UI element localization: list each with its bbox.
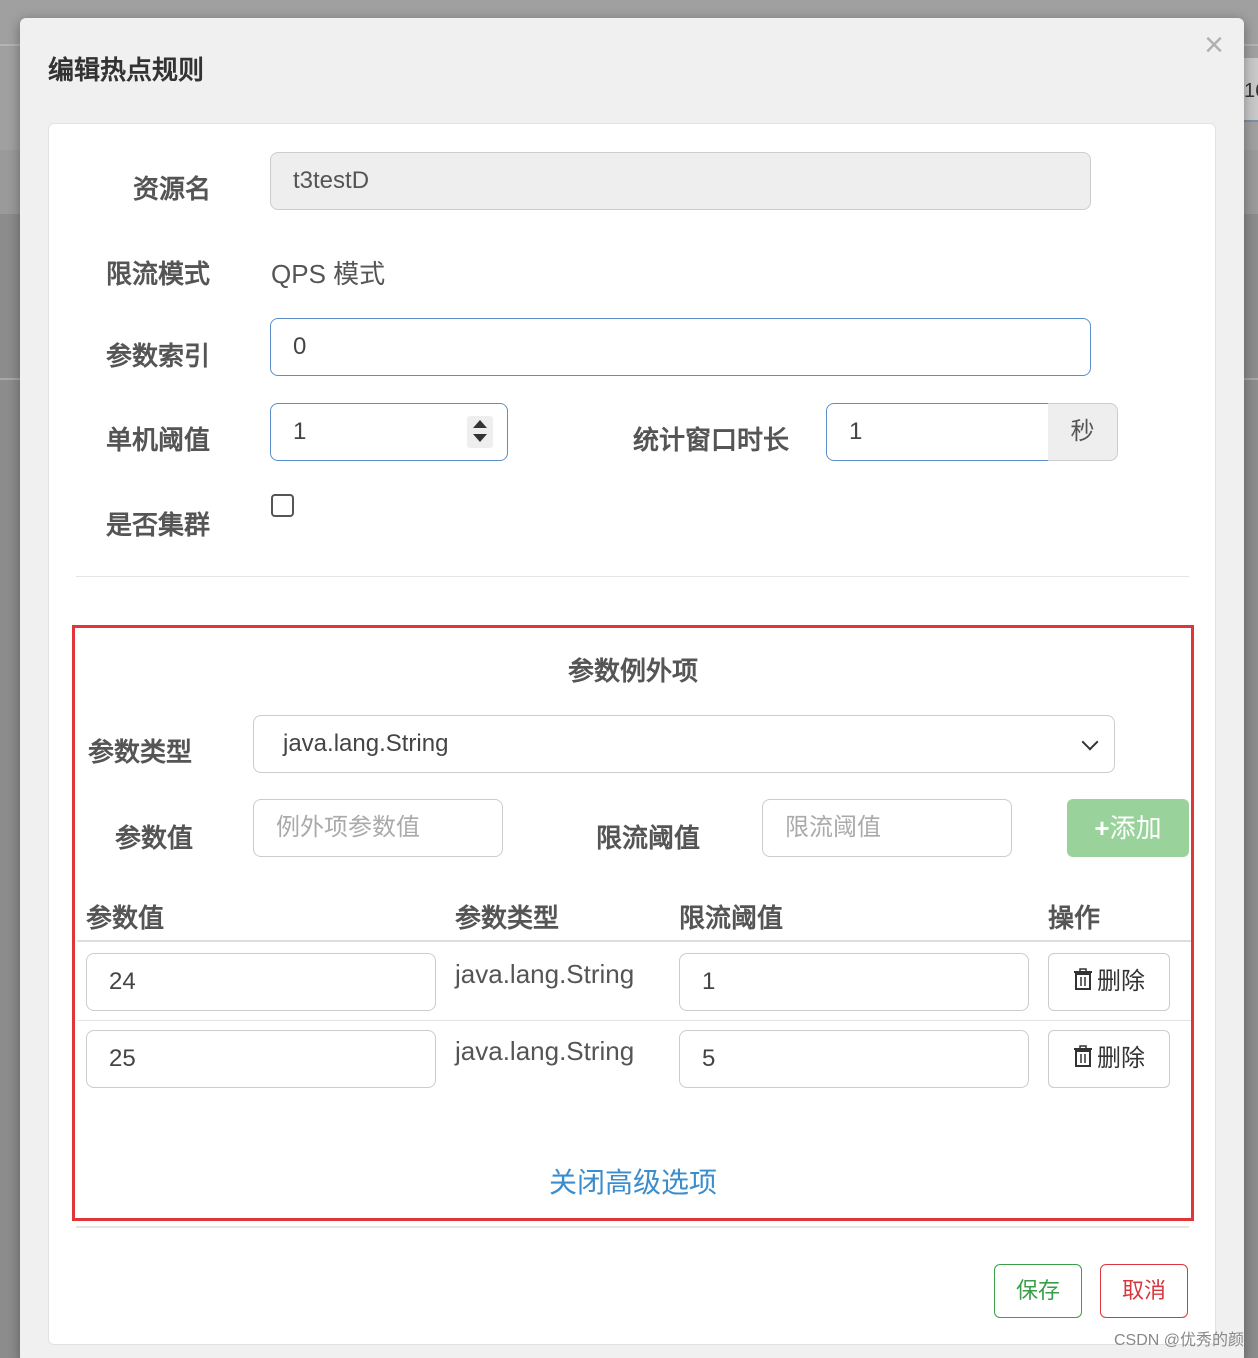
- edit-hotspot-rule-dialog: 编辑热点规则 × 资源名 t3testD 限流模式 QPS 模式 参数索引 0 …: [20, 18, 1244, 1358]
- param-value-input[interactable]: 例外项参数值: [253, 799, 503, 857]
- section-divider: [76, 576, 1189, 577]
- row-param-type: java.lang.String: [455, 1036, 635, 1066]
- chevron-down-icon: [1081, 733, 1099, 751]
- limit-mode-label: 限流模式: [106, 259, 211, 289]
- resource-label: 资源名: [133, 174, 212, 204]
- row-threshold-input[interactable]: 5: [679, 1030, 1029, 1088]
- trash-icon: [1073, 955, 1093, 1011]
- footer-divider: [76, 1226, 1189, 1228]
- limit-threshold-input[interactable]: 限流阈值: [762, 799, 1012, 857]
- threshold-value: 1: [293, 418, 307, 445]
- param-index-input[interactable]: 0: [270, 318, 1091, 376]
- limit-mode-value: QPS 模式: [271, 259, 386, 289]
- close-advanced-link[interactable]: 关闭高级选项: [75, 1161, 1191, 1201]
- delete-button[interactable]: 删除: [1048, 1030, 1170, 1088]
- column-header-param-value: 参数值: [86, 903, 165, 933]
- row-param-value-input[interactable]: 24: [86, 953, 436, 1011]
- window-input[interactable]: 1: [826, 403, 1049, 461]
- limit-threshold-label: 限流阈值: [596, 823, 701, 853]
- trash-icon: [1073, 1032, 1093, 1088]
- param-type-value: java.lang.String: [283, 730, 449, 757]
- row-threshold-input[interactable]: 1: [679, 953, 1029, 1011]
- cluster-checkbox[interactable]: [271, 494, 294, 517]
- threshold-label: 单机阈值: [106, 425, 211, 455]
- param-value-label: 参数值: [115, 823, 194, 853]
- table-header-divider: [77, 940, 1191, 942]
- window-unit-addon: 秒: [1048, 403, 1118, 461]
- row-param-type: java.lang.String: [455, 959, 635, 989]
- param-type-select[interactable]: java.lang.String: [253, 715, 1115, 773]
- background-peek-cell: 16: [1242, 58, 1258, 122]
- row-param-value-input[interactable]: 25: [86, 1030, 436, 1088]
- delete-button-label: 删除: [1097, 968, 1145, 995]
- cancel-button[interactable]: 取消: [1100, 1264, 1188, 1318]
- form-panel: 资源名 t3testD 限流模式 QPS 模式 参数索引 0 单机阈值 1 统计…: [48, 123, 1216, 1345]
- param-exceptions-section: 参数例外项 参数类型 java.lang.String 参数值 例外项参数值 限…: [72, 625, 1194, 1221]
- plus-icon: +: [1094, 813, 1110, 843]
- param-index-label: 参数索引: [106, 341, 211, 371]
- background-peek-text: 16: [1244, 80, 1258, 102]
- add-button-label: 添加: [1109, 813, 1162, 843]
- column-header-threshold: 限流阈值: [679, 903, 784, 933]
- column-header-action: 操作: [1048, 903, 1101, 933]
- watermark: CSDN @优秀的颜: [1113, 1332, 1244, 1349]
- cluster-label: 是否集群: [106, 510, 211, 540]
- close-icon[interactable]: ×: [1204, 28, 1224, 62]
- column-header-param-type: 参数类型: [455, 903, 560, 933]
- window-label: 统计窗口时长: [633, 425, 790, 455]
- table-row-divider: [77, 1020, 1191, 1021]
- save-button[interactable]: 保存: [994, 1264, 1082, 1318]
- threshold-stepper[interactable]: 1: [270, 403, 508, 461]
- param-type-label: 参数类型: [88, 737, 193, 767]
- dialog-title: 编辑热点规则: [48, 55, 205, 85]
- add-button[interactable]: +添加: [1067, 799, 1189, 857]
- exceptions-title: 参数例外项: [567, 656, 698, 686]
- spinner-icon[interactable]: [467, 416, 493, 448]
- delete-button-label: 删除: [1097, 1045, 1145, 1072]
- delete-button[interactable]: 删除: [1048, 953, 1170, 1011]
- resource-input[interactable]: t3testD: [270, 152, 1091, 210]
